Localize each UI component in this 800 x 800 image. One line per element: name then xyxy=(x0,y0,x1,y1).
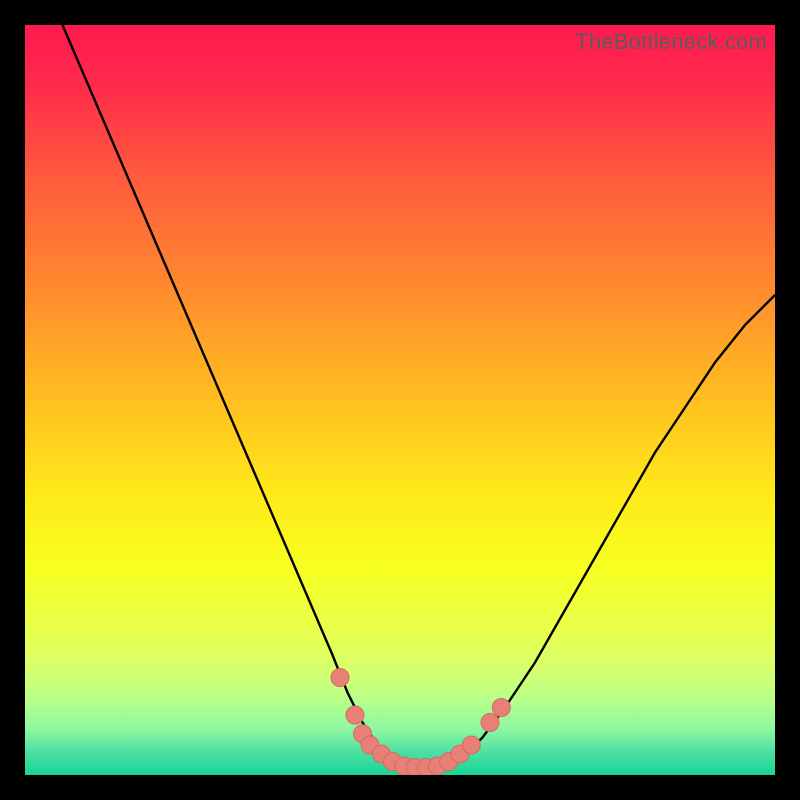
bottleneck-chart xyxy=(25,25,775,775)
curve-marker xyxy=(481,714,499,732)
gradient-background xyxy=(25,25,775,775)
curve-marker xyxy=(492,699,510,717)
curve-marker xyxy=(346,706,364,724)
curve-marker xyxy=(462,736,480,754)
chart-frame: TheBottleneck.com xyxy=(0,0,800,800)
watermark-label: TheBottleneck.com xyxy=(575,29,767,55)
plot-area: TheBottleneck.com xyxy=(25,25,775,775)
curve-marker xyxy=(331,669,349,687)
